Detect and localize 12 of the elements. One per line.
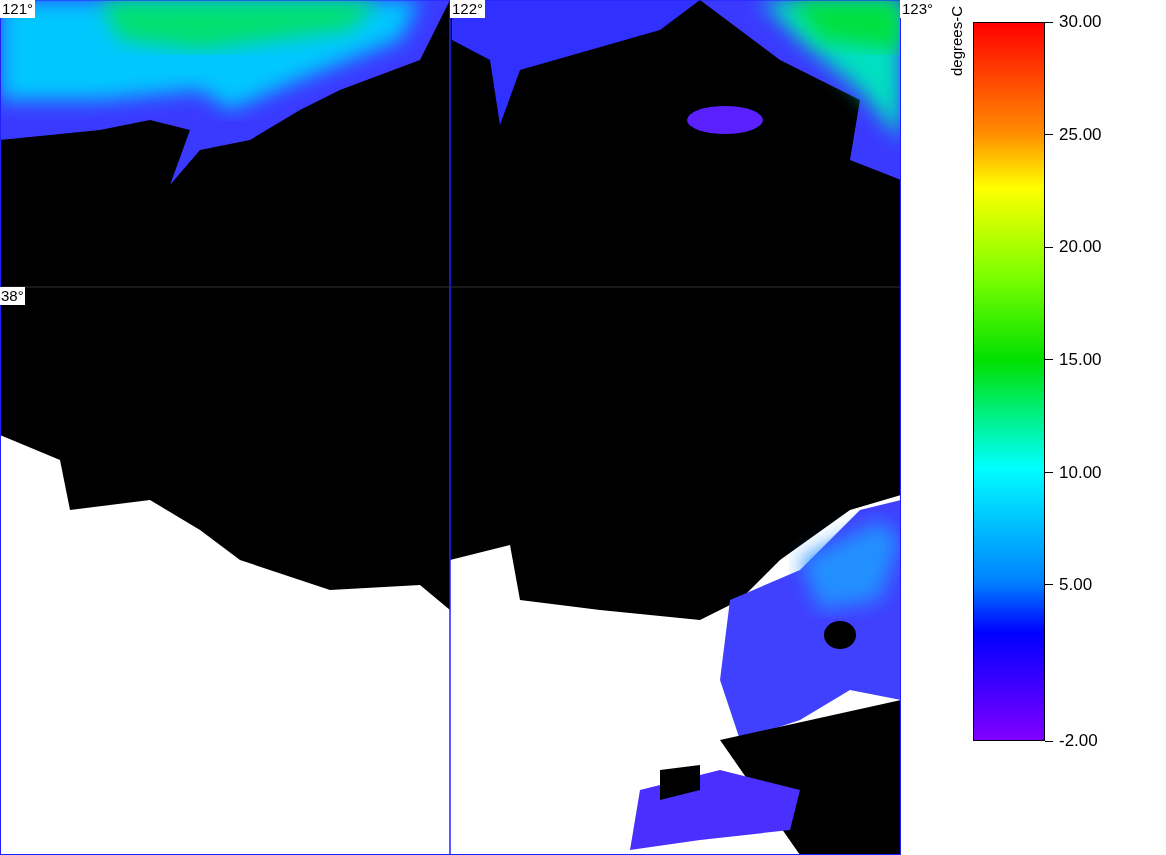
latitude-label: 38° — [0, 287, 25, 305]
colorbar-title: degrees-C — [947, 6, 966, 79]
scale-tick-label: 10.00 — [1059, 461, 1102, 484]
longitude-label: 123° — [900, 0, 936, 18]
longitude-label: 122° — [450, 0, 486, 18]
scale-tick-label: -2.00 — [1059, 730, 1098, 753]
scale-tick-label: 25.00 — [1059, 123, 1102, 146]
scale-tick-label: 20.00 — [1059, 236, 1102, 259]
scale-tick-label: 5.00 — [1059, 574, 1093, 597]
scale-tick-label: 15.00 — [1059, 349, 1102, 372]
scale-tick-label: 30.00 — [1059, 11, 1102, 34]
longitude-label: 121° — [0, 0, 36, 18]
